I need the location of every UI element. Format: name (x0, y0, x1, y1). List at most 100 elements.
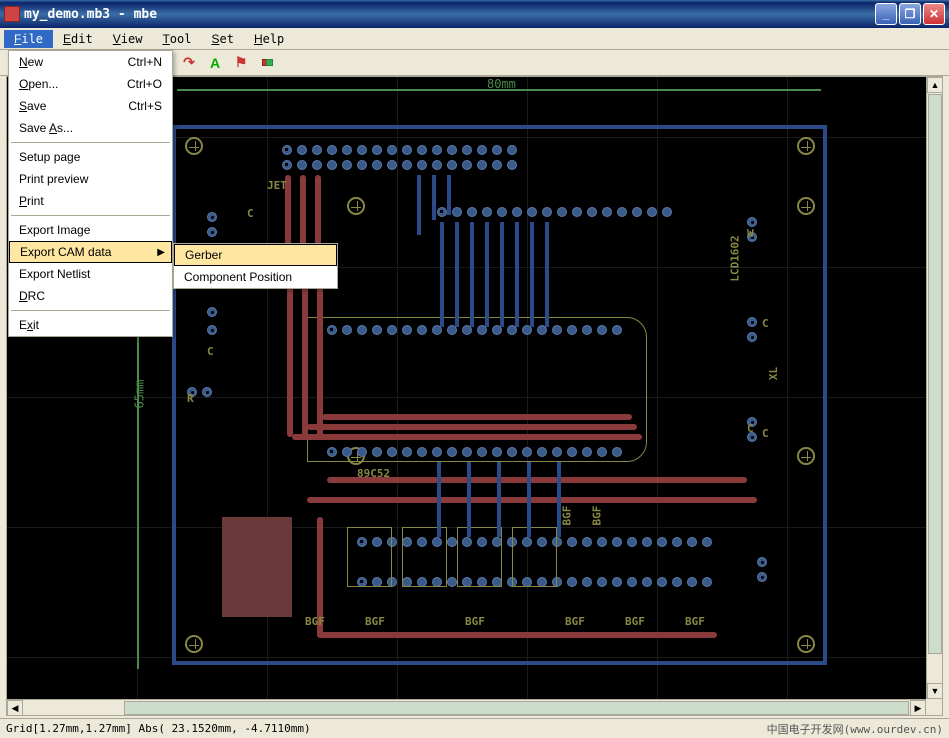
mount-hole (797, 447, 815, 465)
file-menu-dropdown: NewCtrl+N Open...Ctrl+O SaveCtrl+S Save … (8, 50, 173, 337)
window-title: my_demo.mb3 - mbe (24, 7, 875, 22)
mount-hole (347, 197, 365, 215)
menu-item-save[interactable]: SaveCtrl+S (9, 95, 172, 117)
pad (207, 227, 217, 237)
menu-item-export-image[interactable]: Export Image (9, 219, 172, 241)
flag-tool-button[interactable]: ⚑ (230, 52, 252, 74)
text-tool-button[interactable]: A (204, 52, 226, 74)
menu-bar: File Edit View Tool Set Help (0, 28, 949, 50)
copper-fill (222, 517, 292, 617)
trace (545, 222, 549, 327)
menu-item-print-preview[interactable]: Print preview (9, 168, 172, 190)
silk-label: BGF (685, 615, 705, 628)
scroll-thumb[interactable] (124, 701, 909, 715)
silk-label: R (187, 392, 194, 405)
dim-width-label: 80mm (487, 77, 516, 91)
menu-tool[interactable]: Tool (152, 30, 201, 48)
menu-item-exit[interactable]: Exit (9, 314, 172, 336)
layer-tool-button[interactable] (256, 52, 278, 74)
submenu-item-gerber[interactable]: Gerber (174, 244, 337, 266)
redo-button[interactable]: ↷ (178, 52, 200, 74)
pad (757, 572, 767, 582)
minimize-button[interactable]: _ (875, 3, 897, 25)
menu-item-drc[interactable]: DRC (9, 285, 172, 307)
menu-view[interactable]: View (103, 30, 153, 48)
pad (207, 325, 217, 335)
trace (317, 632, 717, 638)
trace (432, 175, 436, 220)
menu-set[interactable]: Set (201, 30, 243, 48)
mount-hole (797, 137, 815, 155)
menu-help[interactable]: Help (244, 30, 294, 48)
scroll-down-button[interactable]: ▼ (927, 683, 943, 699)
scrollbar-corner (926, 699, 942, 715)
scroll-left-button[interactable]: ◀ (7, 700, 23, 716)
silk-box (347, 527, 392, 587)
trace (307, 424, 637, 430)
trace (497, 462, 501, 537)
silk-label: C (247, 207, 254, 220)
scroll-thumb[interactable] (928, 94, 942, 654)
scroll-up-button[interactable]: ▲ (927, 77, 943, 93)
silk-label: C (747, 422, 754, 435)
menu-item-setup-page[interactable]: Setup page (9, 146, 172, 168)
trace (500, 222, 504, 327)
pad-row (282, 145, 517, 155)
pad (747, 217, 757, 227)
trace (417, 175, 421, 235)
mount-hole (797, 635, 815, 653)
window-buttons: _ ❐ ✕ (875, 3, 945, 25)
menu-item-export-netlist[interactable]: Export Netlist (9, 263, 172, 285)
vertical-scrollbar[interactable]: ▲ ▼ (926, 77, 942, 699)
trace (447, 175, 451, 215)
trace (515, 222, 519, 327)
trace (557, 462, 561, 537)
menu-separator (11, 215, 170, 216)
menu-edit[interactable]: Edit (53, 30, 103, 48)
title-bar: my_demo.mb3 - mbe _ ❐ ✕ (0, 0, 949, 28)
trace (437, 462, 441, 537)
silk-label: C (207, 345, 214, 358)
app-icon (4, 6, 20, 22)
menu-file[interactable]: File (4, 30, 53, 48)
pad (202, 387, 212, 397)
menu-item-export-cam[interactable]: Export CAM data▶ (9, 241, 172, 263)
menu-item-new[interactable]: NewCtrl+N (9, 51, 172, 73)
close-button[interactable]: ✕ (923, 3, 945, 25)
status-bar: Grid[1.27mm,1.27mm] Abs( 23.1520mm, -4.7… (0, 718, 949, 738)
submenu-item-component-position[interactable]: Component Position (174, 266, 337, 288)
mount-hole (185, 137, 203, 155)
trace (322, 414, 632, 420)
silk-label: BGF (465, 615, 485, 628)
silk-label: W (747, 227, 754, 240)
silk-label: LCD1602 (729, 235, 742, 281)
pad (747, 332, 757, 342)
trace (467, 462, 471, 537)
silk-label: C (762, 317, 769, 330)
silk-box (512, 527, 557, 587)
pad-row (437, 207, 672, 217)
menu-separator (11, 142, 170, 143)
silk-label: C (762, 427, 769, 440)
silk-box (307, 317, 647, 462)
menu-item-save-as[interactable]: Save As... (9, 117, 172, 139)
trace (440, 222, 444, 327)
trace (527, 462, 531, 537)
horizontal-scrollbar[interactable]: ◀ ▶ (7, 699, 926, 715)
pad (207, 307, 217, 317)
trace (317, 277, 323, 437)
silk-label: JET (267, 179, 287, 192)
pad (747, 317, 757, 327)
mount-hole (185, 635, 203, 653)
menu-item-print[interactable]: Print (9, 190, 172, 212)
silk-label: 89C52 (357, 467, 390, 480)
silk-label: BGF (305, 615, 325, 628)
trace (485, 222, 489, 327)
menu-item-open[interactable]: Open...Ctrl+O (9, 73, 172, 95)
trace (302, 267, 308, 437)
maximize-button[interactable]: ❐ (899, 3, 921, 25)
menu-separator (11, 310, 170, 311)
pad (757, 557, 767, 567)
scroll-right-button[interactable]: ▶ (910, 700, 926, 716)
trace (530, 222, 534, 327)
